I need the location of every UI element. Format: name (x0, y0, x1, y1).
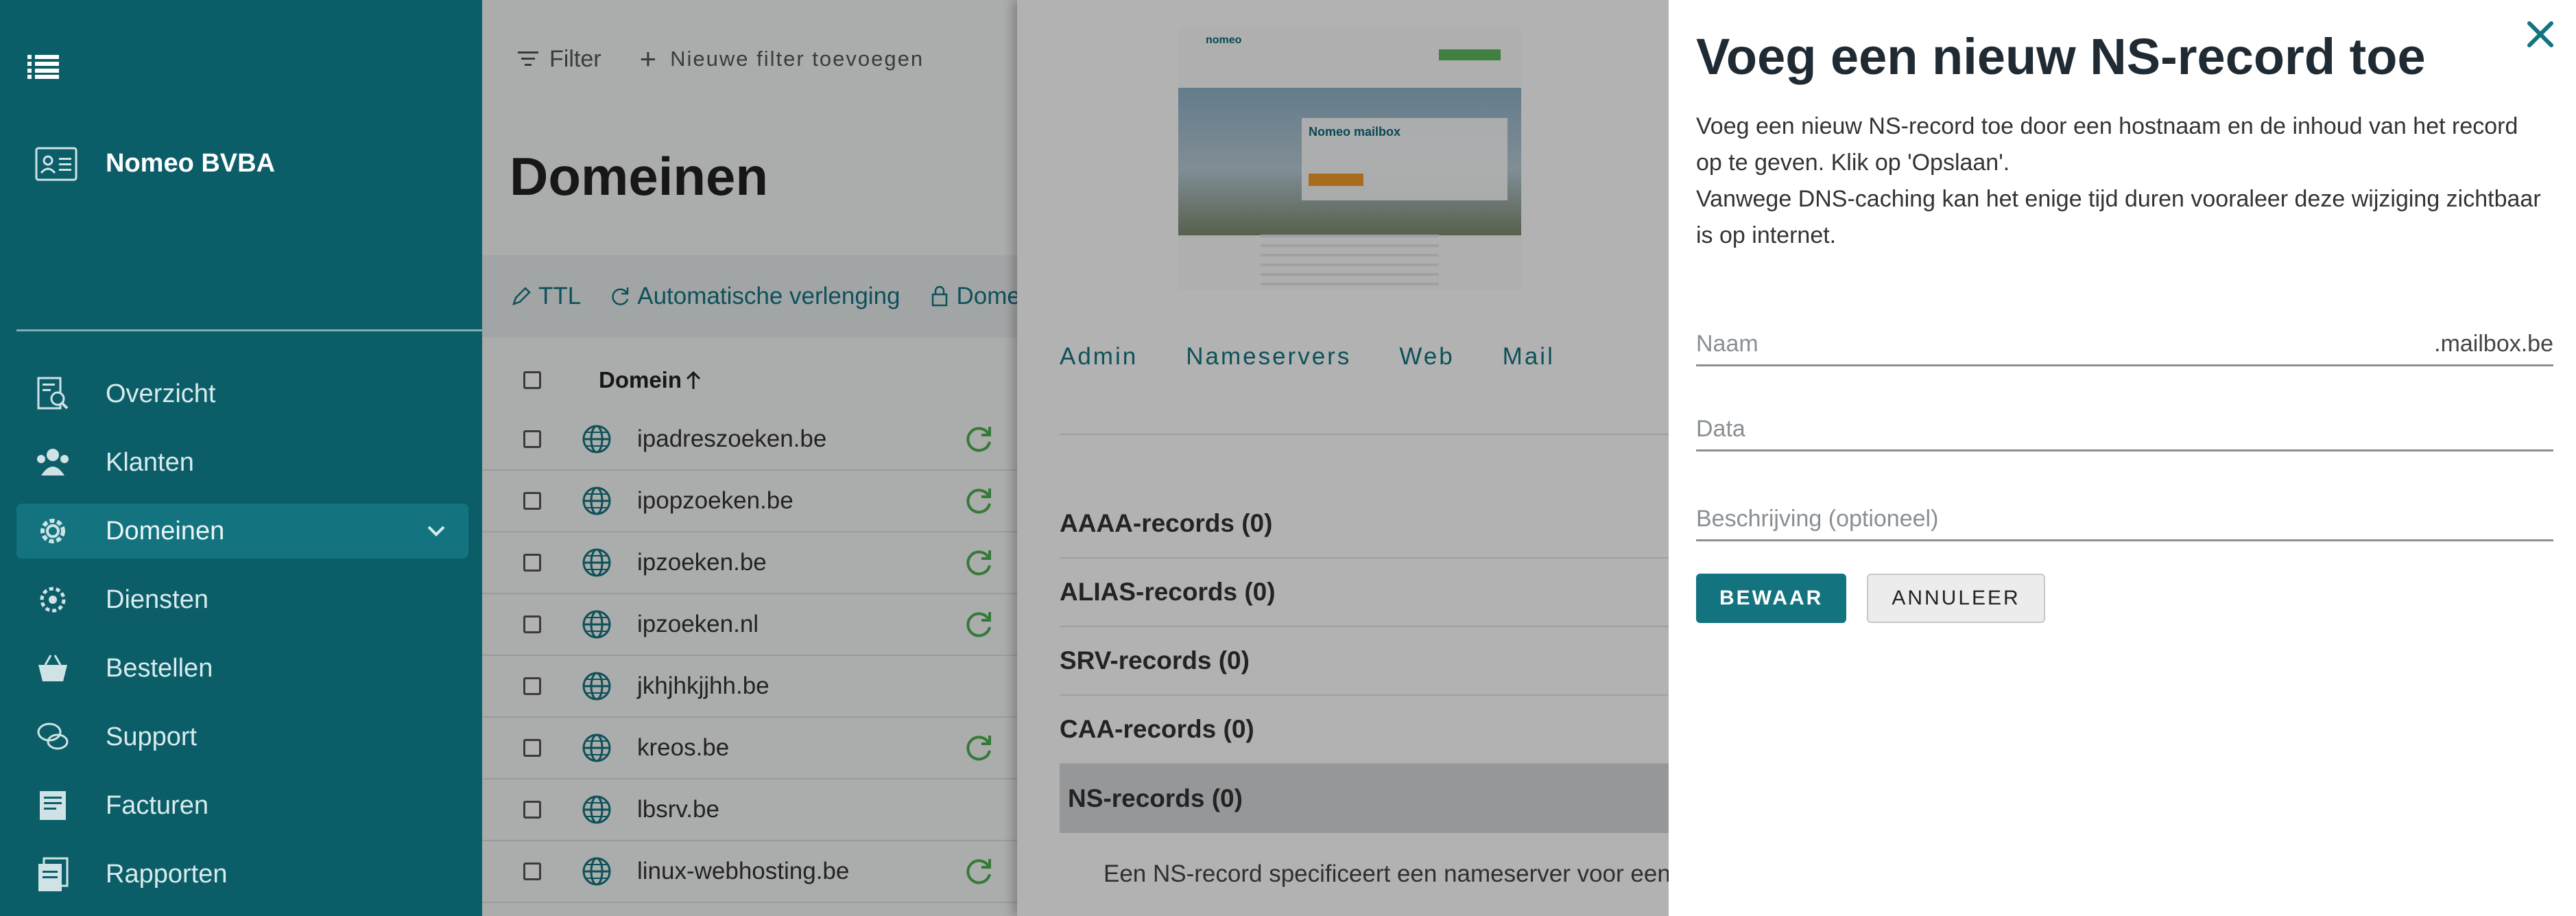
name-suffix: .mailbox.be (2434, 331, 2553, 357)
sidebar-item-label: Rapporten (106, 859, 228, 889)
gear-settings-icon (34, 581, 71, 618)
sidebar-nav: Overzicht Klanten Domeinen Diensten Best… (16, 366, 468, 915)
drawer-description-line-1: Voeg een nieuw NS-record toe door een ho… (1696, 113, 2518, 176)
description-input[interactable] (1696, 506, 2382, 532)
save-button[interactable]: BEWAAR (1696, 574, 1847, 623)
id-card-icon (35, 147, 77, 181)
sidebar-item-overzicht[interactable]: Overzicht (16, 366, 468, 421)
company-name: Nomeo BVBA (106, 148, 276, 178)
company-switcher[interactable]: Nomeo BVBA (34, 144, 275, 183)
name-field: .mailbox.be (1696, 314, 2553, 366)
sidebar-item-label: Bestellen (106, 653, 213, 683)
chat-icon (34, 718, 71, 755)
sidebar-item-klanten[interactable]: Klanten (16, 435, 468, 490)
users-icon (34, 444, 71, 481)
drawer-title: Voeg een nieuw NS-record toe (1696, 28, 2426, 85)
gear-icon (34, 513, 71, 550)
sidebar-item-label: Klanten (106, 447, 194, 477)
sidebar-item-label: Support (106, 722, 198, 751)
modal-backdrop[interactable] (482, 0, 1669, 916)
sidebar-item-bestellen[interactable]: Bestellen (16, 641, 468, 696)
chevron-down-icon[interactable] (425, 519, 448, 543)
sidebar-divider (16, 329, 482, 331)
close-icon[interactable] (2521, 15, 2560, 54)
add-ns-record-drawer: Voeg een nieuw NS-record toe Voeg een ni… (1669, 0, 2576, 916)
sidebar-item-label: Diensten (106, 585, 208, 614)
sidebar-item-label: Domeinen (106, 516, 225, 545)
data-input[interactable] (1696, 416, 2382, 443)
sidebar: Nomeo BVBA Overzicht Klanten Domeinen Di… (0, 0, 482, 916)
data-field (1696, 399, 2553, 451)
basket-icon (34, 650, 71, 687)
sidebar-item-diensten[interactable]: Diensten (16, 572, 468, 627)
sidebar-item-rapporten[interactable]: Rapporten (16, 847, 468, 902)
invoice-icon (34, 787, 71, 824)
sidebar-item-domeinen[interactable]: Domeinen (16, 504, 468, 559)
drawer-description-line-2: Vanwege DNS-caching kan het enige tijd d… (1696, 186, 2541, 248)
description-field (1696, 489, 2553, 541)
form-actions: BEWAAR ANNULEER (1696, 574, 2045, 623)
report-search-icon (34, 375, 71, 412)
sidebar-item-facturen[interactable]: Facturen (16, 778, 468, 833)
reports-icon (34, 856, 71, 893)
menu-list-icon[interactable] (27, 54, 59, 80)
sidebar-item-support[interactable]: Support (16, 709, 468, 764)
sidebar-item-label: Facturen (106, 790, 208, 820)
sidebar-item-label: Overzicht (106, 379, 216, 408)
cancel-button[interactable]: ANNULEER (1867, 574, 2045, 623)
name-input[interactable] (1696, 331, 2382, 357)
drawer-description: Voeg een nieuw NS-record toe door een ho… (1696, 108, 2547, 254)
